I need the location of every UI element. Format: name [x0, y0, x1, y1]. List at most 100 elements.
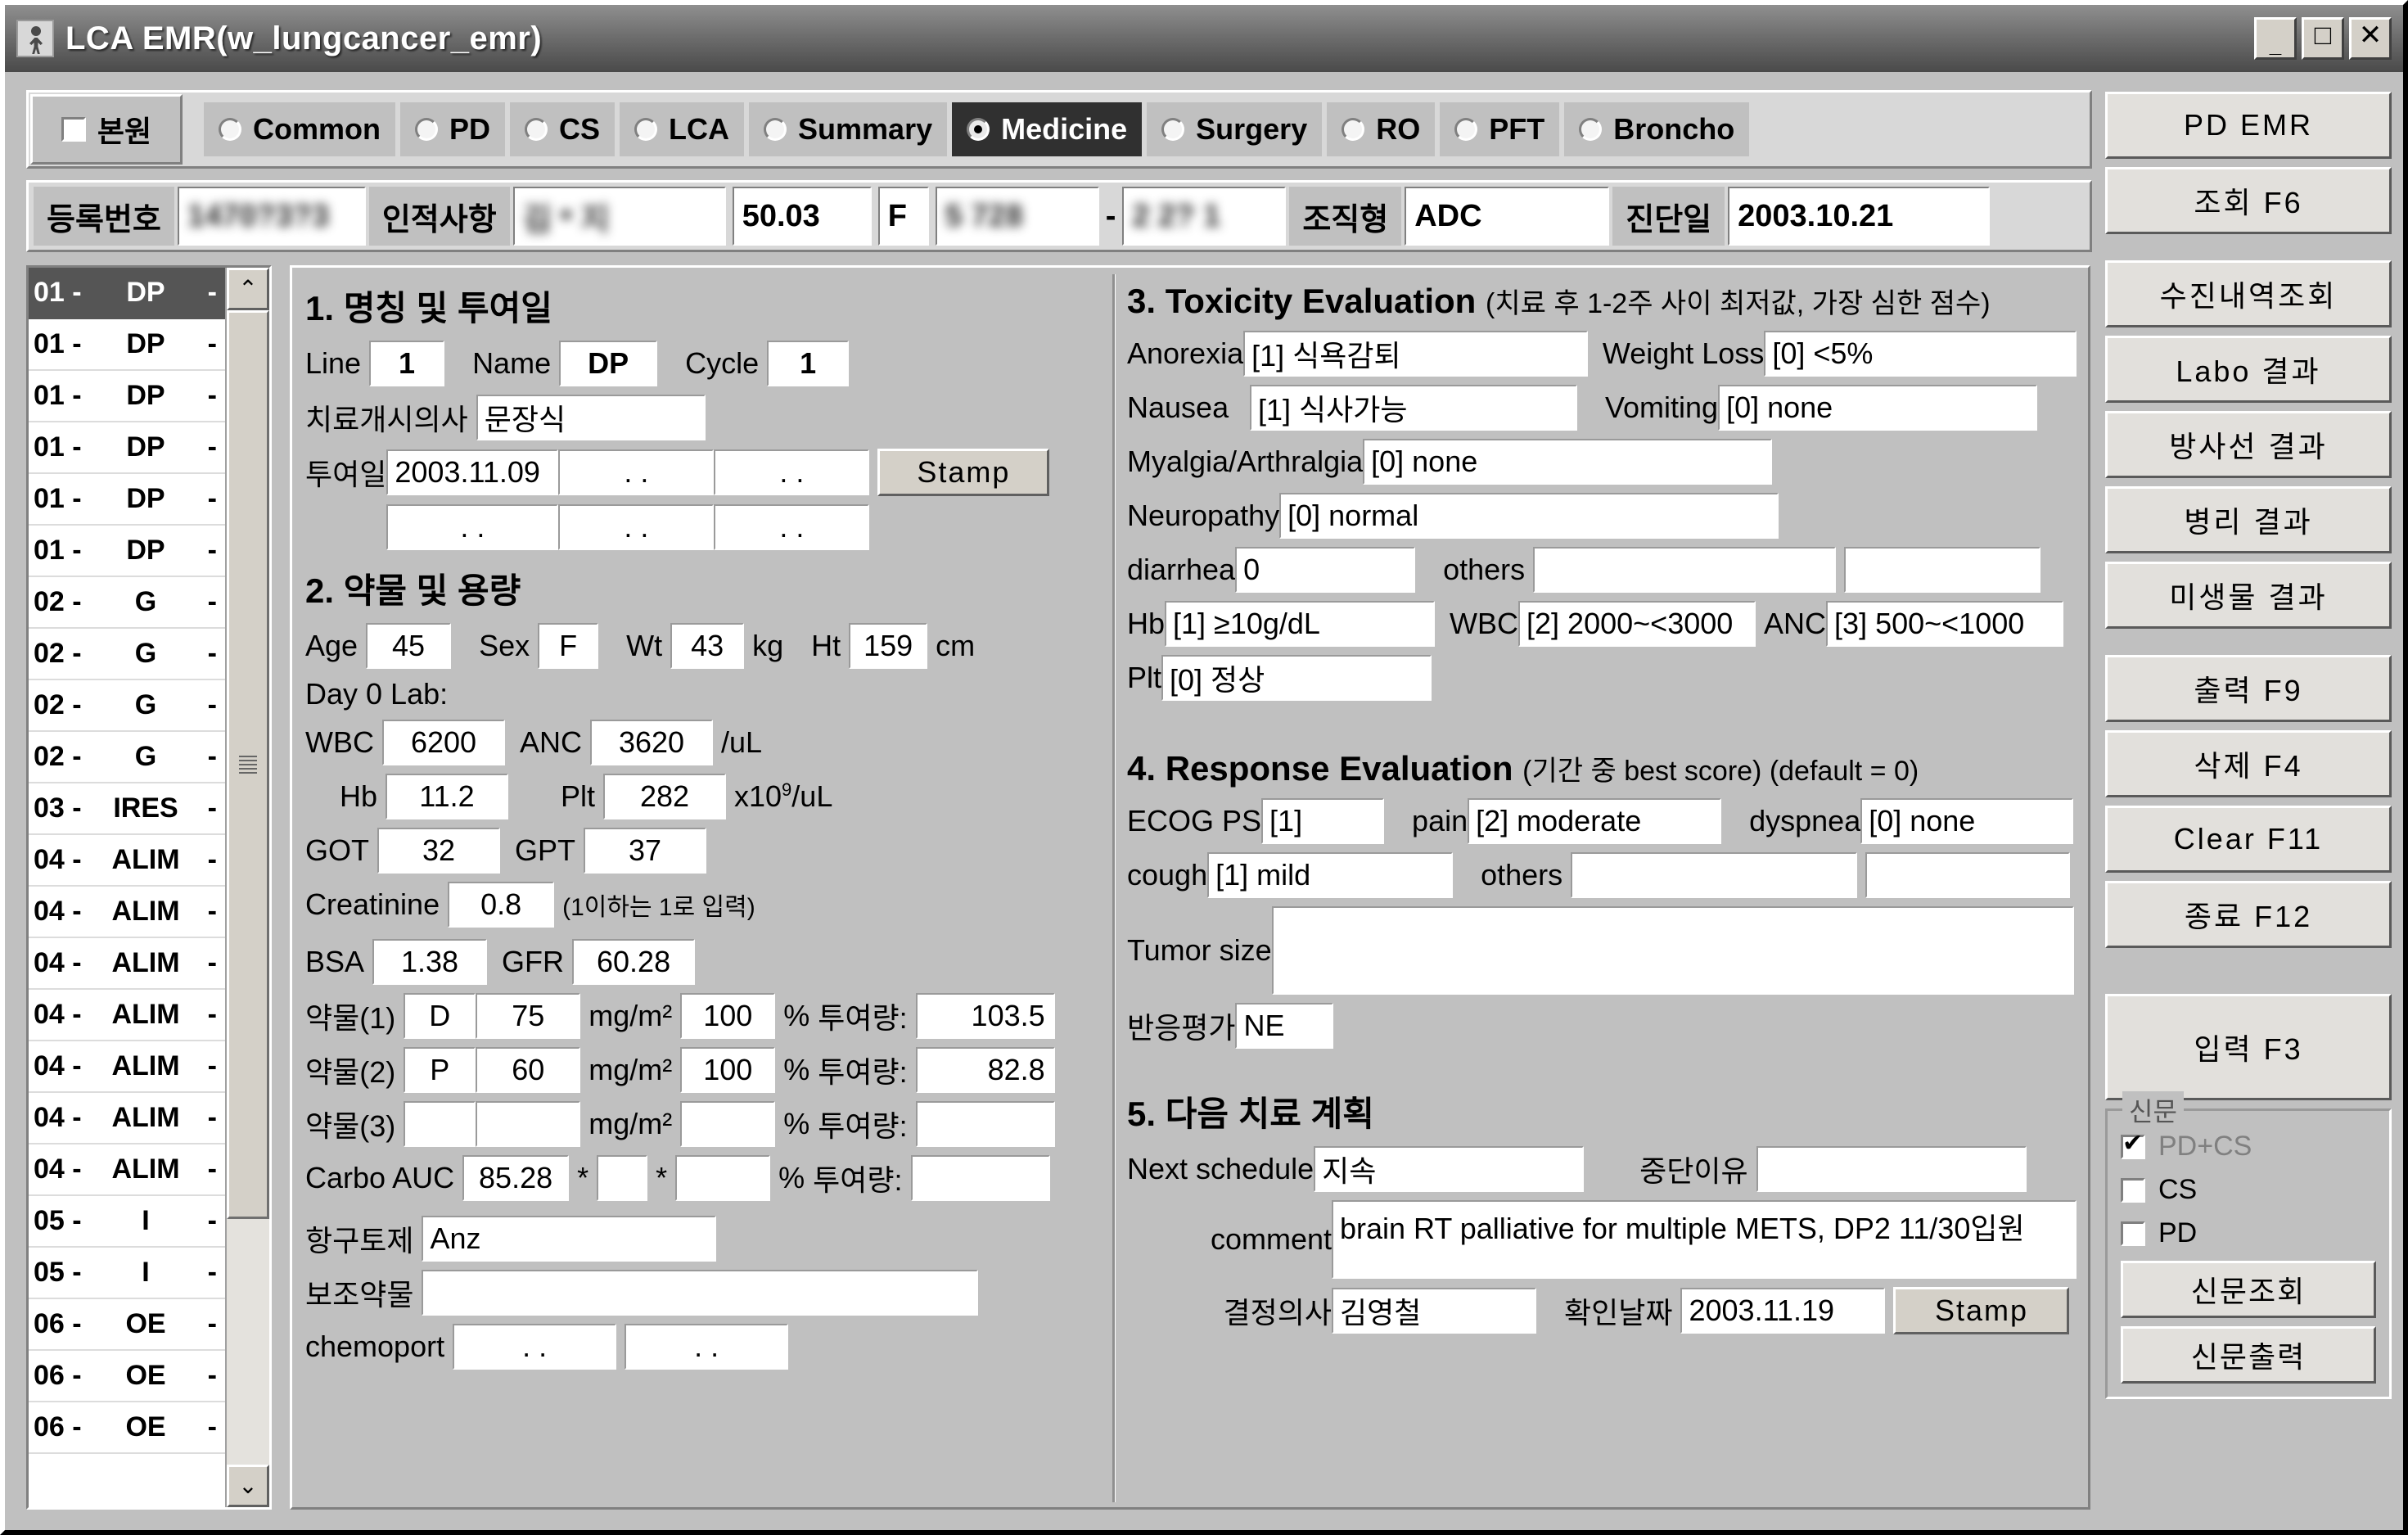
dose-date-3[interactable]: . . — [714, 449, 870, 495]
list-item[interactable]: 01 - DP - — [29, 474, 225, 526]
sidebar-button--f4[interactable]: 삭제 F4 — [2105, 730, 2392, 797]
tab-pft[interactable]: PFT — [1440, 102, 1560, 156]
drug-code-2[interactable]: P — [404, 1047, 476, 1093]
sex-input[interactable]: F — [538, 623, 599, 669]
bonwon-checkbox[interactable] — [61, 117, 86, 142]
dose-date-stamp-button[interactable]: Stamp — [877, 449, 1050, 496]
scrollbar-track[interactable] — [227, 310, 269, 1465]
tab-common[interactable]: Common — [204, 102, 395, 156]
patient-name-value[interactable]: 김 * 지 — [512, 187, 726, 246]
next-schedule-input[interactable]: 지속 — [1314, 1146, 1585, 1192]
drug-dose-2[interactable]: 60 — [476, 1047, 581, 1093]
diarrhea-input[interactable]: 0 — [1235, 547, 1416, 593]
response-eval-input[interactable]: NE — [1235, 1003, 1334, 1049]
dose-date-2[interactable]: . . — [558, 449, 715, 495]
tox-anc-input[interactable]: [3] 500~<1000 — [1826, 601, 2064, 647]
regimen-name-input[interactable]: DP — [559, 341, 658, 386]
sidebar-button-clear-f11[interactable]: Clear F11 — [2105, 806, 2392, 873]
toxicity-others-input-1[interactable] — [1533, 547, 1837, 593]
sidebar-button--[interactable]: 신문출력 — [2121, 1326, 2376, 1384]
tab-surgery[interactable]: Surgery — [1147, 102, 1323, 156]
myalgia-input[interactable]: [0] none — [1363, 439, 1773, 485]
list-item[interactable]: 01 - DP - — [29, 422, 225, 474]
pain-input[interactable]: [2] moderate — [1468, 798, 1722, 844]
list-item[interactable]: 02 - G - — [29, 732, 225, 783]
nausea-input[interactable]: [1] 식사가능 — [1250, 385, 1577, 431]
checkbox-row-pd[interactable]: PD — [2121, 1217, 2376, 1249]
list-item[interactable]: 04 - ALIM - — [29, 1041, 225, 1093]
chemoport-date-2[interactable]: . . — [625, 1324, 789, 1370]
histology-value[interactable]: ADC — [1405, 187, 1610, 246]
list-item[interactable]: 02 - G - — [29, 577, 225, 629]
antiemetic-input[interactable]: Anz — [422, 1216, 717, 1262]
stop-reason-input[interactable] — [1756, 1146, 2027, 1192]
input-f3-button[interactable]: 입력 F3 — [2105, 994, 2392, 1100]
list-scrollbar[interactable]: ⌃ ⌄ — [225, 268, 269, 1507]
line-input[interactable]: 1 — [369, 341, 445, 386]
dose-date-1[interactable]: 2003.11.09 — [386, 449, 559, 495]
tab-broncho[interactable]: Broncho — [1564, 102, 1750, 156]
sidebar-button--f9[interactable]: 출력 F9 — [2105, 655, 2392, 722]
drug-dose-1[interactable]: 75 — [476, 993, 581, 1039]
drug-percent-2[interactable]: 100 — [680, 1047, 776, 1093]
tab-cs[interactable]: CS — [510, 102, 616, 156]
list-item[interactable]: 06 - OE - — [29, 1299, 225, 1351]
list-item[interactable]: 05 - I - — [29, 1248, 225, 1299]
tab-summary[interactable]: Summary — [749, 102, 948, 156]
plt-input[interactable]: 282 — [603, 774, 726, 819]
carbo-percent-input[interactable] — [675, 1155, 771, 1201]
drug-percent-3[interactable] — [680, 1101, 776, 1147]
wbc-input[interactable]: 6200 — [382, 720, 505, 765]
minimize-button[interactable]: _ — [2254, 17, 2297, 60]
sidebar-button--[interactable]: 신문조회 — [2121, 1261, 2376, 1318]
gpt-input[interactable]: 37 — [584, 828, 707, 874]
confirm-date-input[interactable]: 2003.11.19 — [1680, 1288, 1886, 1334]
got-input[interactable]: 32 — [377, 828, 500, 874]
scroll-down-button[interactable]: ⌄ — [227, 1465, 269, 1507]
checkbox-row-cs[interactable]: CS — [2121, 1174, 2376, 1206]
maximize-button[interactable]: □ — [2302, 17, 2344, 60]
list-item[interactable]: 04 - ALIM - — [29, 1093, 225, 1144]
response-others-input-1[interactable] — [1571, 852, 1858, 898]
anc-input[interactable]: 3620 — [590, 720, 714, 765]
decider-input[interactable]: 김영철 — [1332, 1288, 1536, 1334]
sidebar-button--[interactable]: 병리 결과 — [2105, 486, 2392, 553]
carbo-dose-total[interactable] — [910, 1155, 1050, 1201]
list-item[interactable]: 06 - OE - — [29, 1402, 225, 1454]
sidebar-button--[interactable]: 방사선 결과 — [2105, 411, 2392, 478]
hb-input[interactable]: 11.2 — [386, 774, 508, 819]
bonwon-checkbox-group[interactable]: 본원 — [30, 94, 183, 165]
list-item[interactable]: 04 - ALIM - — [29, 835, 225, 887]
sidebar-button--f6[interactable]: 조회 F6 — [2105, 167, 2392, 234]
list-item[interactable]: 02 - G - — [29, 629, 225, 680]
list-item[interactable]: 01 - DP - — [29, 526, 225, 577]
comment-input[interactable]: brain RT palliative for multiple METS, D… — [1332, 1200, 2077, 1279]
checkbox-row-pd-cs[interactable]: PD+CS — [2121, 1129, 2376, 1163]
carbo-factor-input[interactable] — [597, 1155, 648, 1201]
drug-total-3[interactable] — [915, 1101, 1055, 1147]
sidebar-button--[interactable]: 미생물 결과 — [2105, 562, 2392, 629]
cycle-input[interactable]: 1 — [767, 341, 850, 386]
tab-medicine[interactable]: Medicine — [952, 102, 1143, 156]
sidebar-button--f12[interactable]: 종료 F12 — [2105, 881, 2392, 948]
drug-code-3[interactable] — [404, 1101, 476, 1147]
age-input[interactable]: 45 — [366, 623, 452, 669]
tox-plt-input[interactable]: [0] 정상 — [1161, 655, 1432, 701]
list-item[interactable]: 04 - ALIM - — [29, 938, 225, 990]
sidebar-button-labo-[interactable]: Labo 결과 — [2105, 336, 2392, 403]
creatinine-input[interactable]: 0.8 — [448, 882, 555, 928]
scroll-up-button[interactable]: ⌃ — [227, 268, 269, 310]
diagnosis-date-value[interactable]: 2003.10.21 — [1728, 187, 1991, 246]
cough-input[interactable]: [1] mild — [1207, 852, 1454, 898]
tumor-size-input[interactable] — [1271, 906, 2074, 995]
patient-id-part1[interactable]: 5 728 — [935, 187, 1099, 246]
registration-number-value[interactable]: 1470?3?3 — [177, 187, 366, 246]
start-doctor-input[interactable]: 문장식 — [476, 395, 706, 440]
sidebar-button-pd-emr[interactable]: PD EMR — [2105, 92, 2392, 159]
patient-age-value[interactable]: 50.03 — [732, 187, 872, 246]
toxicity-others-input-2[interactable] — [1844, 547, 2041, 593]
chemoport-date-1[interactable]: . . — [453, 1324, 617, 1370]
weight-input[interactable]: 43 — [670, 623, 745, 669]
tox-hb-input[interactable]: [1] ≥10g/dL — [1165, 601, 1436, 647]
drug-total-1[interactable]: 103.5 — [915, 993, 1055, 1039]
